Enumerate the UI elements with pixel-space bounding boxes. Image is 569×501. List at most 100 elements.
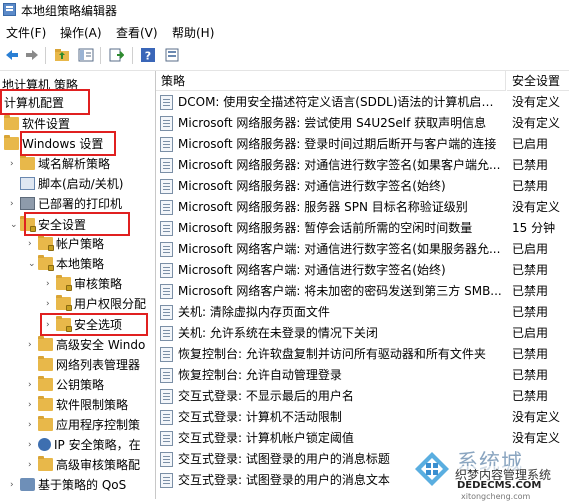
folder-icon [4,115,19,130]
column-header-policy[interactable]: 策略 [156,71,506,91]
highlight-box [20,131,116,156]
policy-row[interactable]: Microsoft 网络服务器: 登录时间过期后断开与客户端的连接 已启用 [156,134,569,155]
chevron-right-icon[interactable]: › [46,274,56,294]
tree-item-advanced-audit[interactable]: › 高级审核策略配 [28,455,140,475]
policy-setting: 已禁用 [512,284,549,298]
tree-item-label: 脚本(启动/关机) [38,177,124,191]
policy-name: Microsoft 网络服务器: 服务器 SPN 目标名称验证级别 [178,200,468,214]
chevron-right-icon[interactable]: › [28,234,38,254]
chevron-right-icon[interactable]: › [46,294,56,314]
policy-icon [160,95,173,110]
policy-list: 策略 安全设置 DCOM: 使用安全描述符定义语言(SDDL)语法的计算机启动.… [156,71,569,499]
folder-icon [38,456,53,471]
policy-row[interactable]: Microsoft 网络服务器: 暂停会话前所需的空闲时间数量 15 分钟 [156,218,569,239]
policy-row[interactable]: 交互式登录: 不显示最后的用户名 已禁用 [156,386,569,407]
policy-row[interactable]: 关机: 允许系统在未登录的情况下关闭 已启用 [156,323,569,344]
policy-row[interactable]: Microsoft 网络客户端: 对通信进行数字签名(始终) 已禁用 [156,260,569,281]
back-arrow-icon[interactable] [4,47,20,63]
policy-row[interactable]: 恢复控制台: 允许软盘复制并访问所有驱动器和所有文件夹 已禁用 [156,344,569,365]
chevron-right-icon[interactable]: › [10,475,20,495]
tree-item-account-policies[interactable]: › 帐户策略 [28,234,104,254]
folder-up-icon[interactable] [54,47,70,63]
menu-bar: 文件(F) 操作(A) 查看(V) 帮助(H) [0,21,569,41]
policy-icon [160,431,173,446]
tree-item-label: 审核策略 [74,277,123,291]
highlight-box [0,89,90,115]
tree-item-label: 基于策略的 QoS [38,478,127,492]
policy-row[interactable]: Microsoft 网络服务器: 对通信进行数字签名(如果客户端允... 已禁用 [156,155,569,176]
policy-name: Microsoft 网络服务器: 尝试使用 S4U2Self 获取声明信息 [178,116,487,130]
policy-icon [160,158,173,173]
tree-item-label: 软件限制策略 [56,398,129,412]
tree-item-dns-policy[interactable]: › 域名解析策略 [10,154,110,174]
tree-item-printers[interactable]: › 已部署的打印机 [10,194,122,214]
chevron-right-icon[interactable]: › [28,415,38,435]
tree-item-label: 软件设置 [22,117,71,131]
tree-item-advanced-firewall[interactable]: › 高级安全 Windo [28,335,145,355]
policy-name: 交互式登录: 不显示最后的用户名 [178,389,354,403]
tree-item-ip-security[interactable]: › IP 安全策略，在 [28,435,141,455]
qos-icon [20,478,35,491]
tree-item-user-rights[interactable]: › 用户权限分配 [46,294,146,314]
ip-security-icon [38,438,51,451]
menu-help[interactable]: 帮助(H) [172,24,214,41]
chevron-down-icon[interactable]: ⌄ [10,215,20,235]
policy-icon [160,116,173,131]
policy-setting: 已禁用 [512,179,549,193]
tree-item-local-policies[interactable]: ⌄ 本地策略 [28,254,104,274]
forward-arrow-icon[interactable] [24,47,40,63]
chevron-right-icon[interactable]: › [10,154,20,174]
svg-text:?: ? [145,50,151,63]
policy-row[interactable]: 关机: 清除虚拟内存页面文件 已禁用 [156,302,569,323]
policy-icon [160,347,173,362]
menu-action[interactable]: 操作(A) [60,24,102,41]
tree-item-label: 应用程序控制策 [56,418,141,432]
chevron-right-icon[interactable]: › [28,375,38,395]
printer-icon [20,197,35,210]
highlight-box [24,212,130,236]
tree-item-public-key[interactable]: › 公钥策略 [28,375,104,395]
tree-item-software-restriction[interactable]: › 软件限制策略 [28,395,128,415]
chevron-right-icon[interactable]: › [10,194,20,214]
tree-item-qos[interactable]: › 基于策略的 QoS [10,475,126,495]
policy-setting: 没有定义 [512,410,561,424]
policy-setting: 已启用 [512,326,549,340]
policy-name: Microsoft 网络服务器: 对通信进行数字签名(始终) [178,179,446,193]
policy-row[interactable]: Microsoft 网络服务器: 服务器 SPN 目标名称验证级别 没有定义 [156,197,569,218]
policy-icon [160,179,173,194]
tree-item-app-control[interactable]: › 应用程序控制策 [28,415,140,435]
column-header-setting[interactable]: 安全设置 [507,71,569,91]
export-list-icon[interactable] [108,47,124,63]
chevron-right-icon[interactable]: › [28,335,38,355]
chevron-down-icon[interactable]: ⌄ [28,254,38,274]
chevron-right-icon[interactable]: › [28,455,38,475]
tree-item-network-list[interactable]: 网络列表管理器 [38,355,140,375]
policy-row[interactable]: Microsoft 网络服务器: 对通信进行数字签名(始终) 已禁用 [156,176,569,197]
chevron-right-icon[interactable]: › [28,435,38,455]
policy-setting: 没有定义 [512,116,561,130]
menu-view[interactable]: 查看(V) [116,24,158,41]
show-hide-tree-icon[interactable] [78,47,94,63]
policy-row[interactable]: Microsoft 网络服务器: 尝试使用 S4U2Self 获取声明信息 没有定… [156,113,569,134]
policy-row[interactable]: Microsoft 网络客户端: 对通信进行数字签名(如果服务器允... 已启用 [156,239,569,260]
tree-item-label: 高级安全 Windo [56,338,146,352]
policy-row[interactable]: DCOM: 使用安全描述符定义语言(SDDL)语法的计算机启动... 没有定义 [156,92,569,113]
policy-row[interactable]: 交互式登录: 计算机不活动限制 没有定义 [156,407,569,428]
properties-icon[interactable] [164,47,180,63]
policy-row[interactable]: 恢复控制台: 允许自动管理登录 已禁用 [156,365,569,386]
tree-item-label: 用户权限分配 [74,297,147,311]
tree-item-scripts[interactable]: 脚本(启动/关机) [20,174,123,194]
tree-item-audit-policy[interactable]: › 审核策略 [46,274,122,294]
policy-setting: 没有定义 [512,200,561,214]
menu-file[interactable]: 文件(F) [6,24,46,41]
help-icon[interactable]: ? [140,47,156,63]
policy-icon [160,305,173,320]
tree-item-label: IP 安全策略，在 [54,438,141,452]
policy-name: Microsoft 网络客户端: 对通信进行数字签名(如果服务器允... [178,242,501,256]
console-tree: 地计算机 策略 计算机配置 软件设置 Windows 设置 › 域名解析策略 脚本… [0,71,156,499]
folder-icon [38,336,53,351]
policy-icon [160,221,173,236]
policy-row[interactable]: Microsoft 网络客户端: 将未加密的密码发送到第三方 SMB... 已禁用 [156,281,569,302]
chevron-right-icon[interactable]: › [28,395,38,415]
watermark-text: xitongcheng.com [461,492,531,501]
